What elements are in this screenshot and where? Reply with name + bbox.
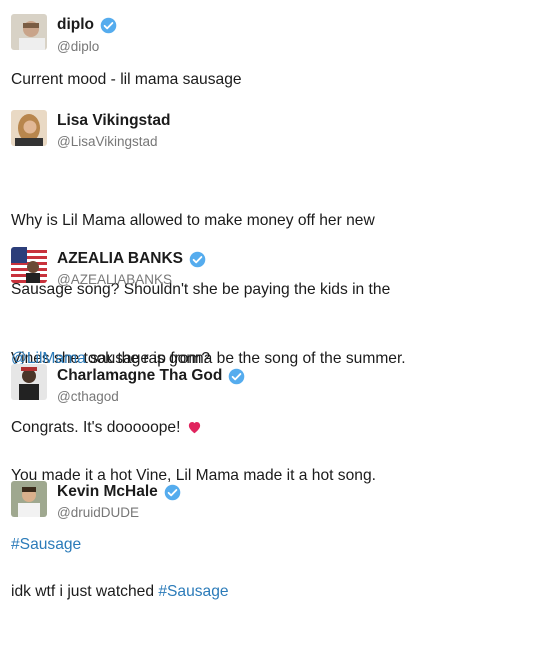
handle[interactable]: @LisaVikingstad [57, 134, 158, 149]
tweet-text-segment: idk wtf i just watched [11, 583, 159, 600]
display-name-text: AZEALIA BANKS [57, 250, 184, 267]
display-name[interactable]: AZEALIA BANKS [57, 250, 206, 268]
display-name-text: diplo [57, 16, 95, 33]
handle[interactable]: @diplo [57, 39, 99, 54]
tweet-text: Current mood - lil mama sausage [11, 71, 242, 88]
display-name-text: Kevin McHale [57, 483, 158, 500]
avatar[interactable] [11, 364, 47, 400]
verified-badge-icon [189, 251, 206, 268]
tweet-text-line: idk wtf i just watched #Sausage [11, 580, 536, 603]
display-name-text: Lisa Vikingstad [57, 112, 171, 129]
handle[interactable]: @cthagod [57, 389, 119, 404]
display-name-text: Charlamagne Tha God [57, 367, 223, 384]
handle[interactable]: @druidDUDE [57, 505, 139, 520]
avatar[interactable] [11, 481, 47, 517]
avatar[interactable] [11, 14, 47, 50]
display-name[interactable]: Lisa Vikingstad [57, 112, 170, 130]
verified-badge-icon [164, 484, 181, 501]
display-name[interactable]: Charlamagne Tha God [57, 367, 245, 385]
handle[interactable]: @AZEALIABANKS [57, 272, 172, 287]
display-name[interactable]: diplo [57, 16, 117, 34]
display-name[interactable]: Kevin McHale [57, 483, 181, 501]
avatar[interactable] [11, 110, 47, 146]
tweet-text-line: Why is Lil Mama allowed to make money of… [11, 212, 375, 229]
verified-badge-icon [100, 17, 117, 34]
verified-badge-icon [228, 368, 245, 385]
tweet-text: idk wtf i just watched #Sausage [11, 534, 536, 649]
avatar[interactable] [11, 247, 47, 283]
hashtag-link[interactable]: #Sausage [158, 583, 228, 600]
tweet-text-segment: sausage is gonna be the song of the summ… [85, 350, 406, 367]
